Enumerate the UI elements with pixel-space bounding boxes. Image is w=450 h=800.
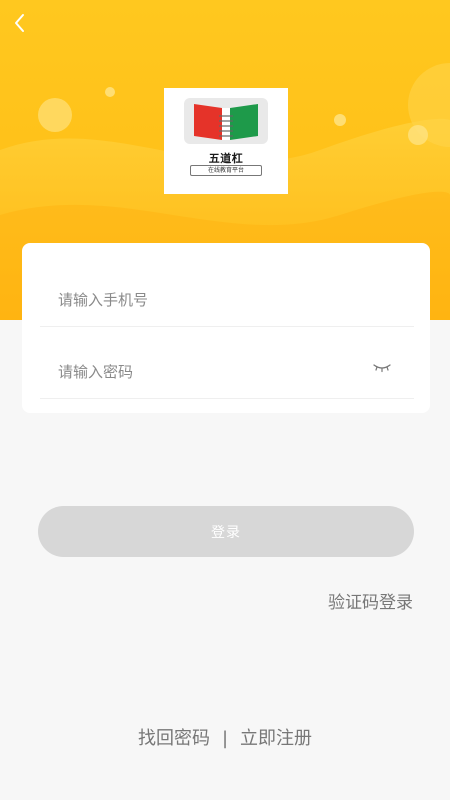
login-screen: 五道杠 在线教育平台 登录 验证码登录 找回密码 | 立即注册 — [0, 0, 450, 800]
logo-subtitle: 在线教育平台 — [190, 165, 262, 176]
chevron-left-icon — [15, 14, 24, 32]
back-button[interactable] — [12, 12, 42, 42]
logo-title: 五道杠 — [208, 153, 244, 165]
code-login-link[interactable]: 验证码登录 — [328, 588, 413, 613]
phone-field — [40, 274, 414, 327]
password-field — [40, 346, 414, 399]
login-button[interactable]: 登录 — [38, 506, 414, 557]
phone-input[interactable] — [40, 291, 414, 309]
register-link[interactable]: 立即注册 — [240, 724, 312, 750]
book-icon — [184, 98, 268, 144]
footer-links: 找回密码 | 立即注册 — [0, 724, 450, 750]
password-input[interactable] — [40, 363, 414, 381]
forgot-password-link[interactable]: 找回密码 — [138, 724, 210, 750]
app-logo: 五道杠 在线教育平台 — [164, 88, 288, 194]
eye-closed-icon[interactable] — [372, 360, 392, 374]
footer-separator: | — [221, 728, 229, 749]
